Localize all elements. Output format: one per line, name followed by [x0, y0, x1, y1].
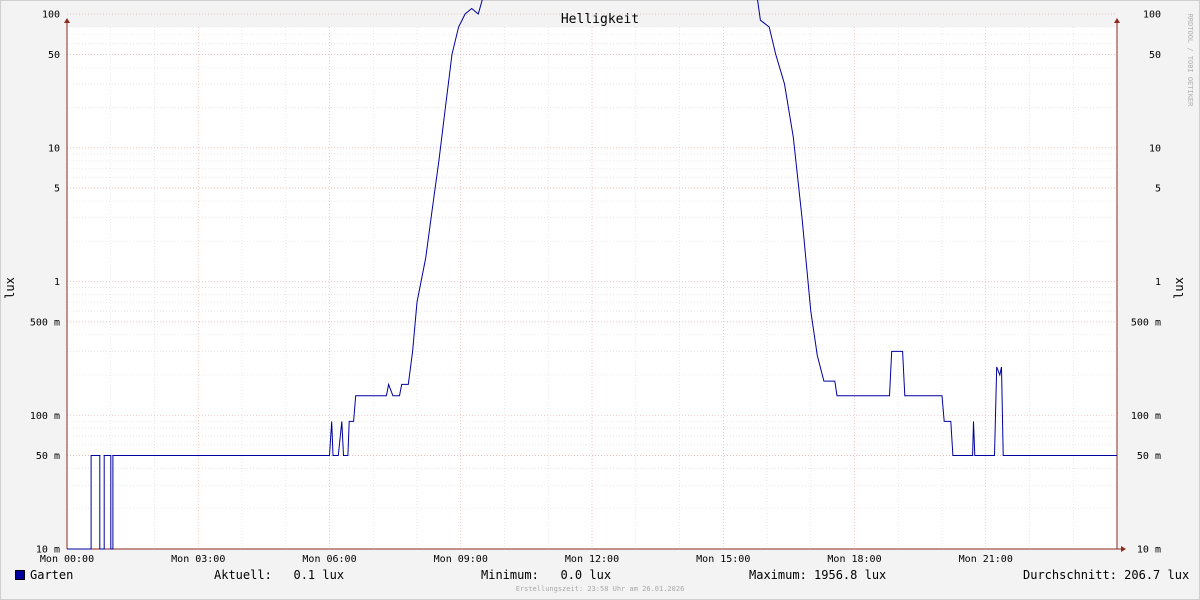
x-tick-label: Mon 15:00 [696, 554, 750, 565]
x-tick-label: Mon 06:00 [302, 554, 356, 565]
stat-minimum: Minimum: 0.0 lux [481, 568, 612, 582]
x-tick-label: Mon 12:00 [565, 554, 619, 565]
y-tick-label-right: 500 m [1131, 317, 1161, 328]
y-tick-label-right: 50 [1149, 50, 1161, 61]
y-tick-label-left: 5 [54, 184, 60, 195]
x-tick-label: Mon 00:00 [40, 554, 94, 565]
y-tick-label-right: 100 [1143, 10, 1161, 21]
y-tick-label-left: 50 [48, 50, 60, 61]
y-tick-label-right: 10 [1149, 143, 1161, 154]
y-axis-arrow-right [1114, 18, 1120, 23]
y-tick-label-left: 100 m [30, 411, 60, 422]
watermark: RRDTOOL / TOBI OETIKER [1186, 14, 1194, 108]
y-tick-label-right: 1 [1155, 277, 1161, 288]
stat-average: Durchschnitt: 206.7 lux [1023, 568, 1190, 582]
y-tick-label-left: 50 m [36, 451, 60, 462]
y-tick-label-right: 10 m [1137, 545, 1161, 556]
y-axis-arrow-left [64, 18, 70, 23]
chart-title: Helligkeit [561, 12, 639, 27]
y-tick-label-left: 500 m [30, 317, 60, 328]
chart: 10 m 10 m50 m 50 m100 m 100 m500 m 500 m1 15 5… [3, 0, 1194, 565]
x-tick-label: Mon 09:00 [434, 554, 488, 565]
y-axis-label-right: lux [1172, 277, 1186, 299]
x-tick-label: Mon 21:00 [959, 554, 1013, 565]
x-tick-label: Mon 03:00 [171, 554, 225, 565]
y-tick-label-left: 10 [48, 143, 60, 154]
y-tick-label-right: 50 m [1137, 451, 1161, 462]
y-axis-label-left: lux [3, 277, 17, 299]
y-tick-label-left: 100 [42, 10, 60, 21]
y-tick-label-right: 100 m [1131, 411, 1161, 422]
x-axis-arrow [1121, 546, 1126, 552]
footer-note: Erstellungszeit: 23:58 Uhr am 26.01.2026 [515, 585, 685, 593]
stat-maximum: Maximum: 1956.8 lux [749, 568, 887, 582]
stat-current: Aktuell: 0.1 lux [214, 568, 345, 582]
legend-swatch [15, 570, 25, 580]
y-tick-label-left: 1 [54, 277, 60, 288]
legend-label: Garten [30, 568, 74, 582]
x-tick-label: Mon 18:00 [827, 554, 881, 565]
y-tick-label-right: 5 [1155, 184, 1161, 195]
